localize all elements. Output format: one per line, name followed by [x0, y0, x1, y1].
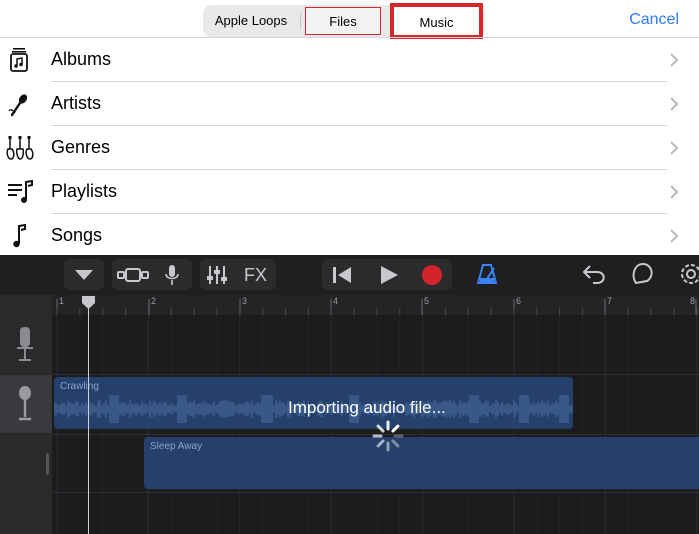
region-name: Sleep Away	[150, 441, 203, 452]
lane-divider	[52, 492, 699, 493]
playhead[interactable]	[88, 307, 89, 534]
music-category-list: Albums Artists Genres Playlists Songs	[0, 38, 699, 258]
browser-button[interactable]	[64, 259, 104, 290]
record-icon[interactable]	[421, 264, 443, 286]
audio-region-sleep-away[interactable]: Sleep Away	[144, 437, 699, 489]
triangle-down-icon	[75, 270, 93, 280]
import-status-text: Importing audio file...	[288, 398, 446, 417]
tracks-view-icon[interactable]	[117, 267, 149, 283]
tab-files[interactable]: Files	[305, 7, 381, 35]
list-item-songs[interactable]: Songs	[0, 214, 699, 258]
mixer-icon[interactable]	[206, 265, 228, 285]
tab-music[interactable]: Music	[390, 3, 483, 39]
tab-apple-loops[interactable]: Apple Loops	[205, 5, 297, 37]
go-to-beginning-icon[interactable]	[332, 266, 352, 284]
track-headers	[0, 295, 52, 534]
chevron-right-icon	[670, 229, 679, 243]
list-item-playlists[interactable]: Playlists	[0, 170, 699, 214]
undo-icon[interactable]	[582, 263, 606, 285]
chevron-right-icon	[670, 185, 679, 199]
list-item-label: Genres	[51, 137, 111, 157]
fx-button[interactable]: FX	[244, 265, 267, 286]
bar-number: 2	[151, 296, 157, 306]
playhead-handle[interactable]	[82, 296, 95, 309]
chevron-right-icon	[670, 53, 679, 67]
play-icon[interactable]	[379, 265, 399, 285]
mix-controls: FX	[200, 259, 276, 290]
album-icon	[10, 48, 28, 72]
bar-number: 1	[59, 296, 65, 306]
list-item-label: Songs	[51, 225, 103, 245]
bar-number: 7	[607, 296, 613, 306]
segment-divider	[300, 13, 301, 29]
transport-controls	[322, 259, 452, 290]
music-note-icon	[13, 223, 26, 248]
track-header-2[interactable]	[0, 375, 52, 433]
bar-number: 6	[516, 296, 522, 306]
list-item-artists[interactable]: Artists	[0, 82, 699, 126]
control-bar: FX	[0, 255, 699, 295]
source-segmented-control: Apple Loops Files Music	[203, 3, 485, 39]
ruler-ticks	[56, 299, 698, 315]
track-resize-handle[interactable]	[46, 453, 49, 475]
cancel-button[interactable]: Cancel	[629, 11, 679, 29]
list-item-albums[interactable]: Albums	[0, 38, 699, 82]
track-header-1[interactable]	[0, 315, 52, 373]
gear-icon[interactable]	[679, 262, 699, 286]
list-item-label: Playlists	[51, 181, 118, 201]
bar-number: 8	[690, 296, 696, 306]
playlist-icon	[8, 179, 33, 203]
tracks-view: FX 1 2 3 4 5 6 7 8 Crawling Sleep Away I…	[0, 255, 699, 534]
media-browser-sheet: Apple Loops Files Music Cancel Albums Ar…	[0, 0, 699, 255]
bar-number: 3	[242, 296, 248, 306]
lane-divider	[52, 374, 699, 375]
loading-spinner-icon	[372, 420, 404, 452]
metronome-icon[interactable]	[476, 263, 498, 285]
microphone-icon	[8, 94, 28, 117]
loop-browser-icon[interactable]	[631, 262, 655, 286]
microphone-icon	[19, 386, 31, 421]
guitars-icon	[6, 136, 34, 160]
list-item-label: Artists	[51, 93, 102, 113]
timeline-ruler[interactable]: 1 2 3 4 5 6 7 8	[52, 295, 699, 315]
condenser-mic-icon	[17, 327, 33, 361]
view-controls	[112, 259, 192, 290]
chevron-right-icon	[670, 141, 679, 155]
bar-number: 5	[424, 296, 430, 306]
list-item-genres[interactable]: Genres	[0, 126, 699, 170]
chevron-right-icon	[670, 97, 679, 111]
list-item-label: Albums	[51, 49, 112, 69]
bar-number: 4	[333, 296, 339, 306]
microphone-icon[interactable]	[164, 264, 180, 286]
